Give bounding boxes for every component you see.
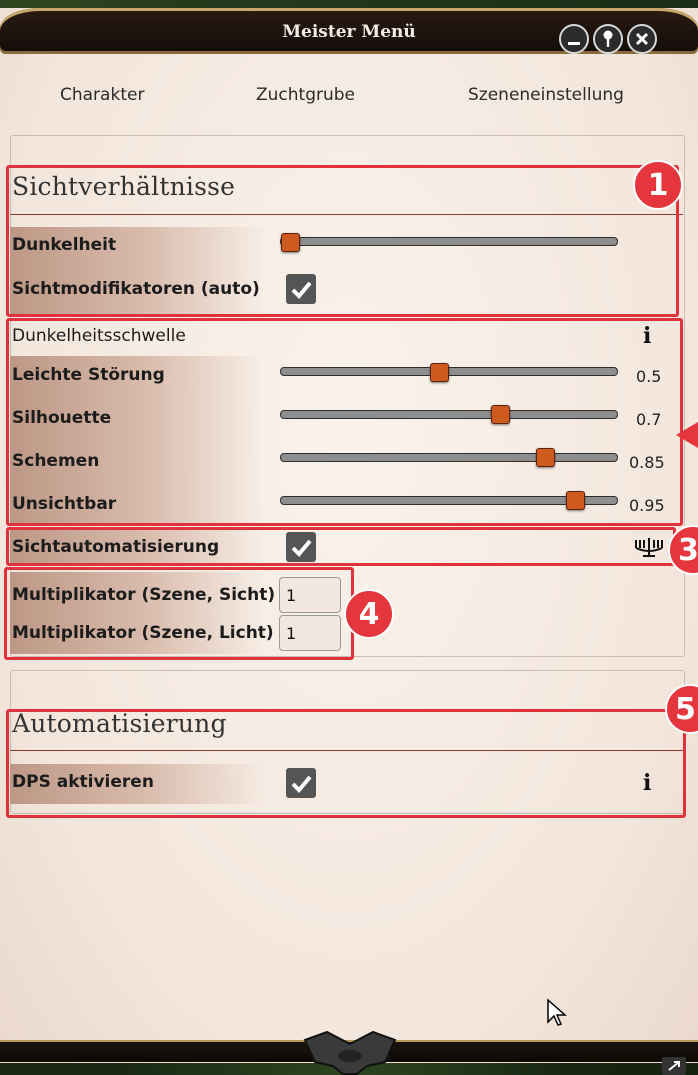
highlight-box-4 xyxy=(4,567,354,660)
minimize-icon xyxy=(568,42,580,45)
emblem-icon xyxy=(303,1030,397,1075)
pin-icon xyxy=(603,30,613,47)
highlight-box-2 xyxy=(6,318,683,526)
highlight-box-3 xyxy=(6,527,676,566)
pin-button[interactable] xyxy=(593,24,623,54)
highlight-box-1 xyxy=(6,165,679,317)
resize-handle[interactable] xyxy=(662,1057,686,1075)
annotation-badge-1: 1 xyxy=(633,160,683,210)
tab-bar: Charakter Zuchtgrube Szeneneinstellung xyxy=(0,85,698,109)
tab-zuchtgrube[interactable]: Zuchtgrube xyxy=(256,85,355,105)
tab-szeneneinstellung[interactable]: Szeneneinstellung xyxy=(468,85,624,105)
minimize-button[interactable] xyxy=(559,24,589,54)
tab-charakter[interactable]: Charakter xyxy=(60,85,144,105)
close-icon xyxy=(635,32,649,46)
annotation-badge-4: 4 xyxy=(344,589,394,639)
resize-icon xyxy=(668,1061,680,1071)
annotation-arrow xyxy=(676,422,698,448)
mouse-cursor-icon xyxy=(547,998,567,1026)
highlight-box-5 xyxy=(6,709,686,818)
close-button[interactable] xyxy=(627,24,657,54)
